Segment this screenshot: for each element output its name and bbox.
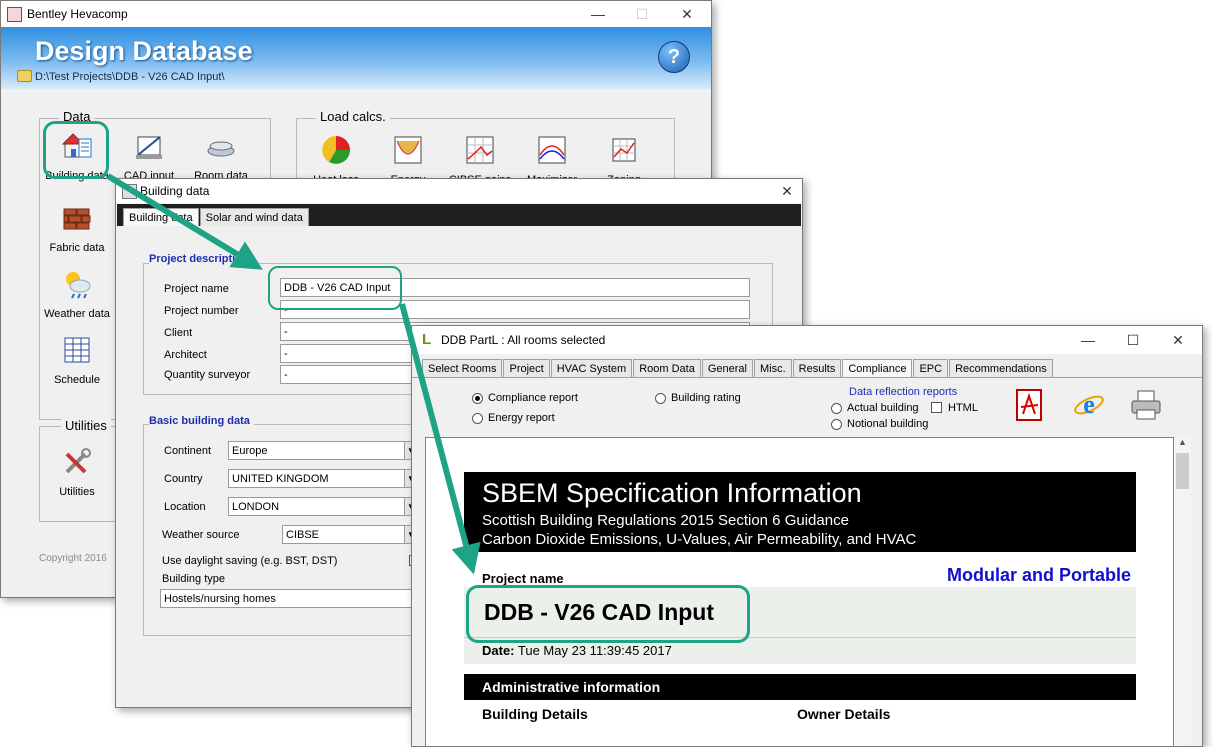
annotation-arrows bbox=[106, 173, 481, 575]
arrow-to-project-name bbox=[106, 173, 263, 270]
arrow-to-report bbox=[399, 303, 481, 575]
